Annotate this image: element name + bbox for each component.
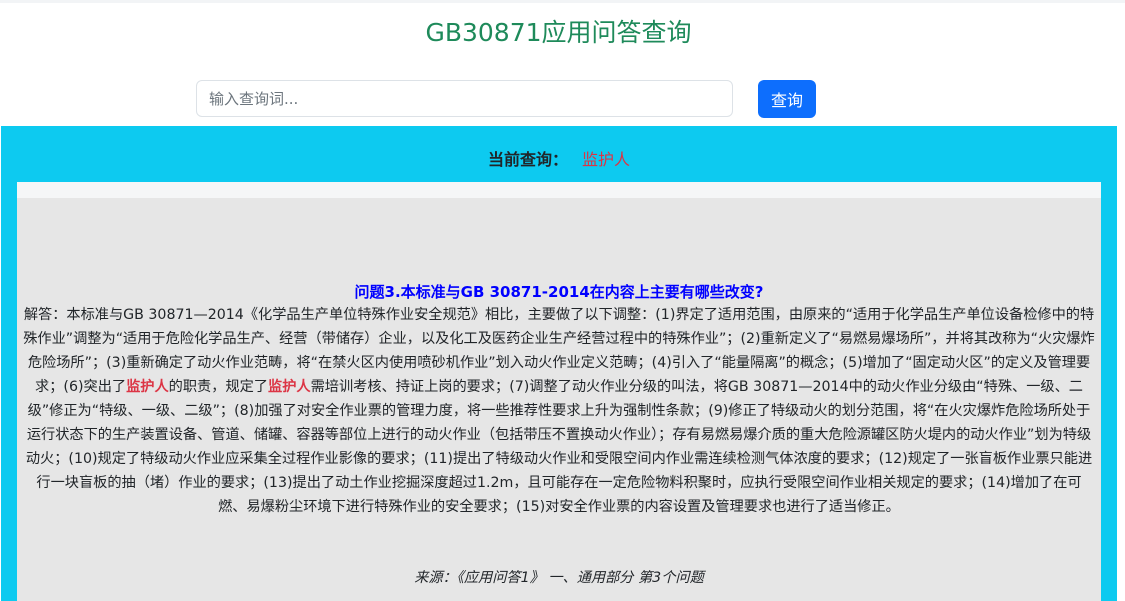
search-input[interactable] — [196, 80, 733, 117]
result-card: 问题3.本标准与GB 30871-2014在内容上主要有哪些改变? 解答：本标准… — [17, 182, 1101, 601]
result-panel: 当前查询： 监护人 问题3.本标准与GB 30871-2014在内容上主要有哪些改… — [1, 126, 1117, 601]
current-query-label: 当前查询： — [487, 150, 568, 169]
answer-segment: 需培训考核、持证上岗的要求；(7)调整了动火作业分级的叫法，将GB 30871—… — [25, 379, 1093, 515]
current-query: 当前查询： 监护人 — [1, 148, 1117, 172]
highlight-term: 监护人 — [126, 379, 169, 395]
highlight-term: 监护人 — [268, 379, 311, 395]
page-title: GB30871应用问答查询 — [425, 18, 692, 47]
answer-segment: 的职责，规定了 — [168, 379, 268, 395]
source-citation: 来源：《应用问答1》 一、通用部分 第3个问题 — [414, 570, 704, 586]
top-divider — [0, 0, 1125, 3]
card-header-strip — [17, 182, 1101, 198]
current-query-value: 监护人 — [582, 150, 631, 169]
search-button[interactable]: 查询 — [758, 80, 816, 118]
answer-text: 解答：本标准与GB 30871—2014《化学品生产单位特殊作业安全规范》相比，… — [23, 303, 1095, 519]
question-title: 问题3.本标准与GB 30871-2014在内容上主要有哪些改变? — [354, 283, 764, 301]
